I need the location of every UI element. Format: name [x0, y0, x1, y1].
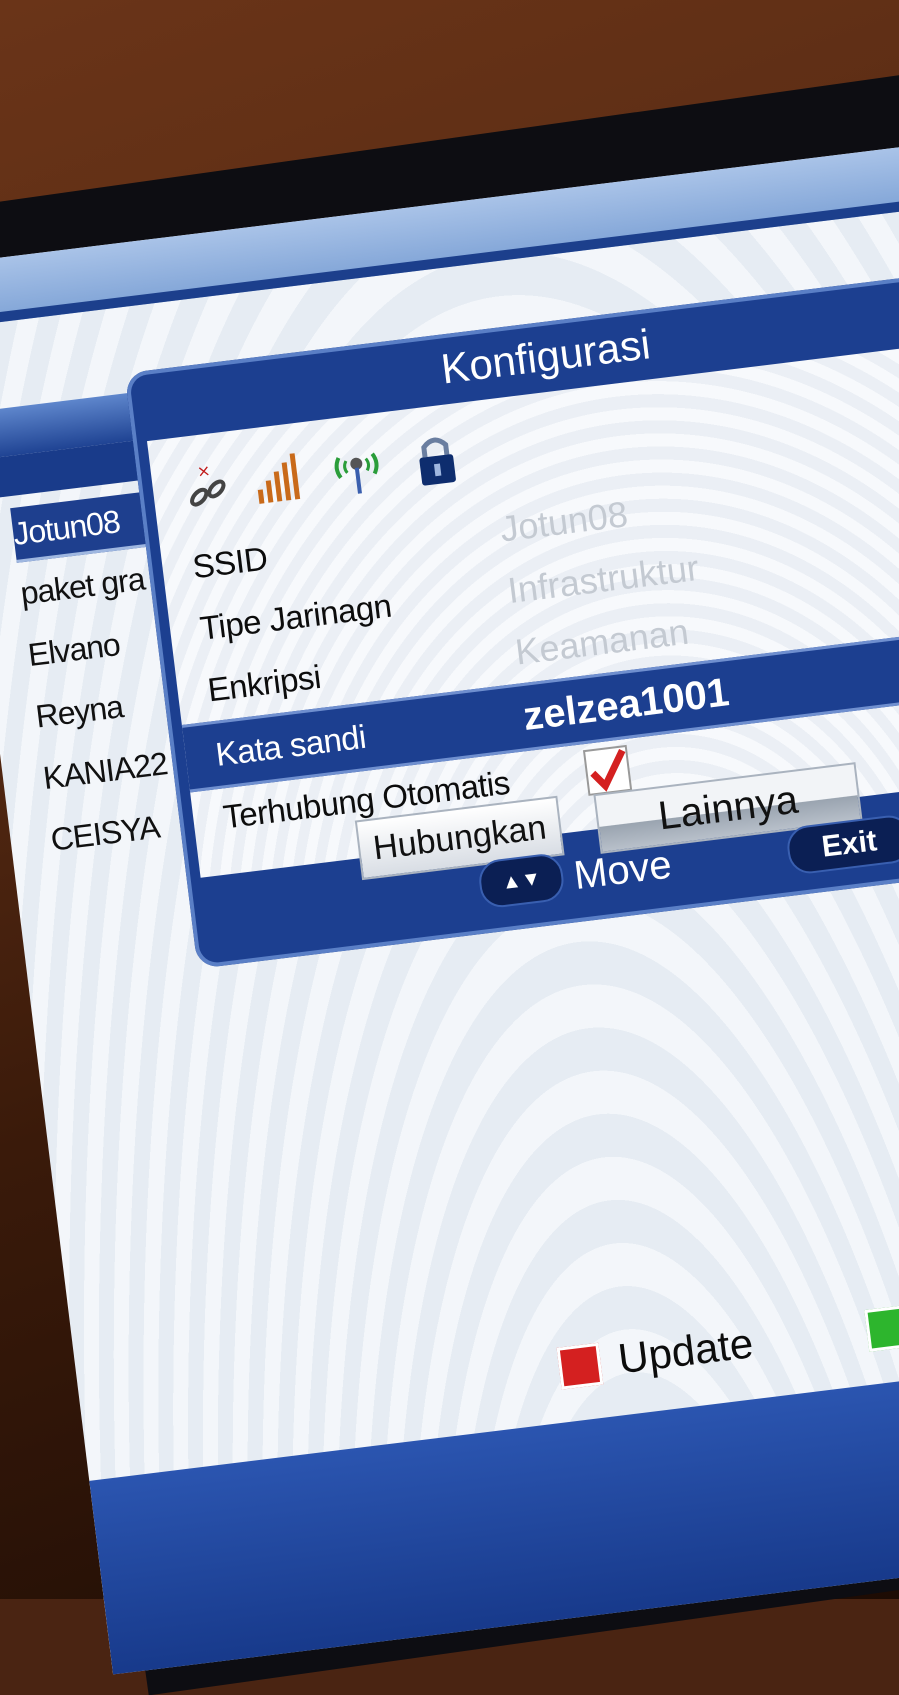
move-key-badge: ▲▼ [476, 851, 566, 910]
auto-connect-checkbox[interactable] [582, 744, 633, 796]
signal-strength-icon [257, 453, 301, 504]
red-key-icon [556, 1342, 604, 1390]
disconnected-link-icon: × [190, 461, 226, 507]
ssid-label: SSID [190, 539, 270, 586]
lock-icon [419, 437, 456, 486]
svg-text:×: × [196, 461, 212, 481]
wireless-antenna-icon [334, 452, 379, 494]
network-list-item[interactable]: KANIA22 [40, 735, 190, 804]
update-hint-label: Update [615, 1319, 756, 1383]
network-list-item[interactable]: Reyna [33, 673, 183, 742]
exit-key-badge[interactable]: Exit [784, 813, 899, 876]
network-list-item[interactable]: paket gra [17, 550, 167, 619]
tv-screen: Jotun08 paket gra Elvano Reyna KANIA22 C… [0, 130, 899, 1675]
network-list-item[interactable]: Elvano [25, 612, 175, 681]
green-key-icon [864, 1305, 899, 1352]
move-hint-label: Move [571, 842, 674, 899]
screen-footer-band [89, 1346, 899, 1675]
config-dialog: Konfigurasi × SSID Jotun08 Tipe Jarinagn… [124, 256, 899, 969]
network-list-item[interactable]: CEISYA [48, 796, 198, 865]
